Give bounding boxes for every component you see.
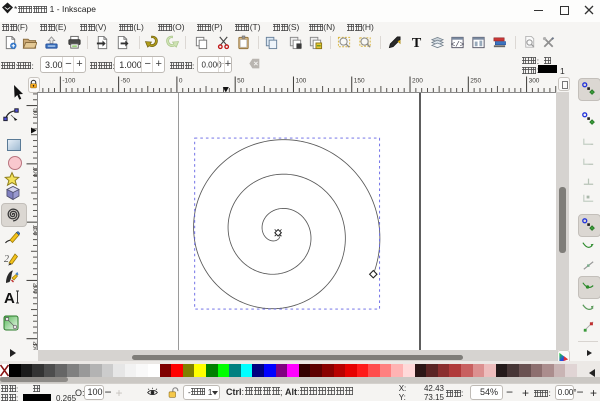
svg-text:250: 250 xyxy=(470,77,481,84)
svg-text:150: 150 xyxy=(353,77,364,84)
svg-text:50: 50 xyxy=(237,77,245,84)
svg-text:-50: -50 xyxy=(120,77,130,84)
svg-text:</>: </> xyxy=(450,41,464,49)
svg-text:-100: -100 xyxy=(62,77,75,84)
svg-text:2: 2 xyxy=(4,254,9,265)
svg-text:A: A xyxy=(4,290,15,305)
svg-text:T: T xyxy=(411,35,421,50)
svg-text:100: 100 xyxy=(295,77,306,84)
svg-text:0: 0 xyxy=(178,77,182,84)
svg-text:300: 300 xyxy=(528,77,539,84)
svg-text:200: 200 xyxy=(412,77,423,84)
